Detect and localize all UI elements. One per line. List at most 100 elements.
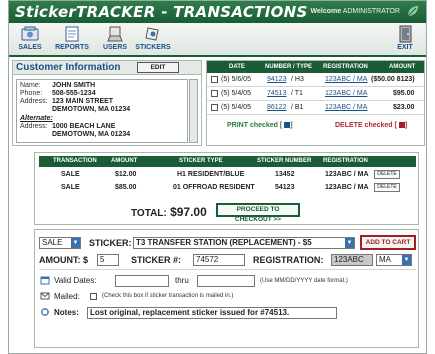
title-bar: StickerTRACKER - TRANSACTIONS Welcome AD… (9, 1, 426, 23)
toolbar-users[interactable]: USERS (99, 25, 131, 51)
history-type: / B1 (291, 104, 304, 111)
history-col-number: NUMBER / TYPE (265, 64, 313, 70)
valid-from-input[interactable] (115, 275, 169, 287)
cart-delete-button[interactable]: DELETE (374, 183, 400, 192)
cart-transaction: SALE (61, 171, 80, 178)
welcome-message: Welcome ADMINISTRATOR (311, 8, 400, 15)
toolbar-exit[interactable]: EXIT (392, 25, 418, 51)
history-amount: ($50.00 8123) (371, 76, 415, 83)
delete-checked-suffix: ] (404, 122, 408, 129)
leaf-logo-icon (407, 6, 418, 17)
customer-details: Name: JOHN SMITH Phone: 508-555-1234 Addre… (16, 79, 188, 143)
history-actions: PRINT checked [] DELETE checked [] (207, 119, 424, 133)
cart-registration: 123ABC / MA (325, 184, 369, 191)
cart-row: SALE $85.00 01 OFFROAD RESIDENT 54123 12… (39, 182, 416, 194)
history-registration-link[interactable]: 123ABC / MA (325, 90, 367, 97)
history-number-link[interactable]: 86122 (267, 104, 286, 111)
exit-door-icon (399, 25, 412, 43)
mailed-hint: (Check this box if sticker transaction i… (102, 293, 234, 299)
chevron-down-icon: ▼ (71, 238, 80, 248)
customer-phone: 508-555-1234 (52, 90, 96, 97)
cart-delete-button[interactable]: DELETE (374, 170, 400, 179)
total-label: TOTAL: (131, 208, 167, 219)
sticker-select[interactable]: T3 TRANSFER STATION (REPLACEMENT) - $5 ▼ (133, 237, 355, 249)
amount-input[interactable]: 5 (97, 254, 119, 266)
customer-info-panel: Customer Information EDIT Name: JOHN SMIT… (12, 60, 202, 146)
notes-input[interactable]: Lost original, replacement sticker issue… (87, 307, 337, 319)
cart-header-row: TRANSACTION AMOUNT STICKER TYPE STICKER … (39, 156, 416, 167)
cart-col-registration: REGISTRATION (323, 158, 368, 164)
notes-icon (41, 308, 49, 316)
stickers-icon (145, 27, 159, 41)
history-col-amount: AMOUNT (389, 64, 416, 70)
delete-checked-button[interactable]: DELETE checked [] (335, 122, 407, 129)
name-label: Name: (20, 82, 41, 89)
sticker-number-label: STICKER #: (131, 255, 182, 265)
toolbar-reports[interactable]: REPORTS (52, 25, 92, 51)
history-header-row: DATE NUMBER / TYPE REGISTRATION AMOUNT (207, 61, 424, 73)
address-label: Address: (20, 98, 48, 105)
form-divider (39, 269, 416, 270)
proceed-to-checkout-button[interactable]: PROCEED TO CHECKOUT >> (216, 203, 300, 223)
mailed-label: Mailed: (54, 292, 80, 301)
history-number-link[interactable]: 94123 (267, 76, 286, 83)
customer-info-title: Customer Information (16, 62, 121, 73)
history-date: (5) 5/6/05 (221, 76, 251, 83)
alt-address-line2: DEMOTOWN, MA 01234 (52, 131, 131, 138)
cart-sticker-number: 13452 (275, 171, 295, 178)
phone-label: Phone: (20, 90, 43, 97)
registration-input[interactable]: 123ABC (331, 254, 373, 266)
history-number-link[interactable]: 74513 (267, 90, 286, 97)
app-window: StickerTRACKER - TRANSACTIONS Welcome AD… (8, 0, 427, 354)
amount-label: AMOUNT: $ (39, 255, 88, 265)
toolbar-sales[interactable]: SALES (15, 25, 45, 51)
toolbar-exit-label: EXIT (397, 44, 413, 51)
alt-address-line1: 1000 BEACH LANE (52, 123, 116, 130)
history-registration-link[interactable]: 123ABC / MA (325, 76, 367, 83)
app-title: StickerTRACKER - TRANSACTIONS (15, 3, 308, 21)
page-section-title: TRANSACTIONS (173, 3, 308, 21)
mailed-checkbox[interactable] (90, 293, 97, 300)
state-select-value: MA (379, 255, 391, 264)
cart-panel: TRANSACTION AMOUNT STICKER TYPE STICKER … (34, 152, 419, 225)
cart-sticker-type: 01 OFFROAD RESIDENT (173, 184, 255, 191)
valid-thru-input[interactable] (197, 275, 255, 287)
cart-transaction: SALE (61, 184, 80, 191)
cart-sticker-number: 54123 (275, 184, 295, 191)
history-registration-link[interactable]: 123ABC / MA (325, 104, 367, 111)
mail-icon (40, 292, 50, 300)
sales-icon (21, 26, 39, 41)
alt-address-label: Address: (20, 123, 48, 130)
title-separator: - (155, 3, 174, 21)
history-col-registration: REGISTRATION (323, 64, 368, 70)
main-toolbar: SALES REPORTS USERS STICKERS EXIT (9, 23, 426, 57)
toolbar-stickers[interactable]: STICKERS (133, 25, 173, 51)
current-user: ADMINISTRATOR (342, 8, 400, 15)
cart-registration: 123ABC / MA (325, 171, 369, 178)
cart-col-sticker-number: STICKER NUMBER (257, 158, 312, 164)
chevron-down-icon: ▼ (402, 255, 411, 265)
history-date: (5) 5/4/05 (221, 104, 251, 111)
cart-sticker-type: H1 RESIDENT/BLUE (177, 171, 245, 178)
history-row-checkbox[interactable] (211, 90, 218, 97)
transaction-type-select[interactable]: SALE ▼ (39, 237, 81, 249)
add-to-cart-button[interactable]: ADD TO CART (360, 235, 416, 250)
edit-customer-button[interactable]: EDIT (137, 62, 179, 73)
cart-total: TOTAL: $97.00 (131, 205, 207, 219)
cart-col-sticker-type: STICKER TYPE (179, 158, 223, 164)
print-checked-button[interactable]: PRINT checked [] (227, 122, 293, 129)
valid-dates-label: Valid Dates: (54, 276, 97, 285)
sticker-number-input[interactable]: 74572 (193, 254, 245, 266)
toolbar-users-label: USERS (102, 44, 128, 51)
history-amount: $23.00 (393, 104, 415, 111)
delete-checked-label: DELETE checked [ (335, 122, 397, 129)
customer-address-line2: DEMOTOWN, MA 01234 (52, 106, 131, 113)
history-amount: $95.00 (393, 90, 415, 97)
history-row-checkbox[interactable] (211, 104, 218, 111)
state-select[interactable]: MA ▼ (376, 254, 412, 266)
sticker-label: STICKER: (89, 238, 132, 248)
history-row-checkbox[interactable] (211, 76, 218, 83)
customer-scrollbar[interactable] (189, 79, 198, 143)
customer-name: JOHN SMITH (52, 82, 96, 89)
transaction-type-value: SALE (42, 238, 63, 247)
